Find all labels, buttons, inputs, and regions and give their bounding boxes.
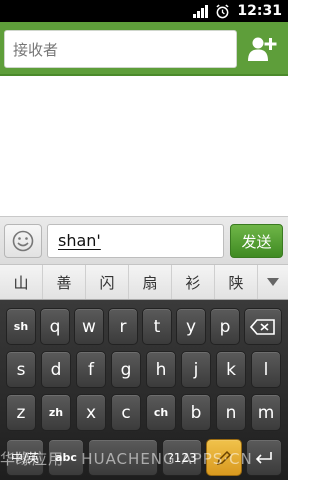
key-symbols[interactable]: ?123 (162, 439, 202, 476)
smiley-icon (12, 230, 34, 252)
key-z[interactable]: z (6, 394, 36, 431)
status-icons: 12:31 (193, 2, 282, 20)
key-q[interactable]: q (40, 308, 70, 345)
message-input[interactable]: shan' (47, 224, 224, 258)
space-key[interactable] (88, 439, 158, 476)
key-p[interactable]: p (210, 308, 240, 345)
candidate-word[interactable]: 衫 (172, 265, 215, 299)
enter-icon (255, 451, 272, 464)
key-s[interactable]: s (6, 351, 36, 388)
key-l[interactable]: l (251, 351, 281, 388)
key-y[interactable]: y (176, 308, 206, 345)
key-n[interactable]: n (216, 394, 246, 431)
recipient-input[interactable]: 接收者 (4, 30, 237, 68)
key-c[interactable]: c (111, 394, 141, 431)
key-zh[interactable]: zh (41, 394, 71, 431)
key-g[interactable]: g (111, 351, 141, 388)
key-sh[interactable]: sh (6, 308, 36, 345)
message-input-text: shan' (58, 231, 101, 250)
chevron-down-icon (267, 278, 279, 286)
emoji-key[interactable] (206, 439, 242, 476)
send-button[interactable]: 发送 (230, 224, 283, 258)
key-h[interactable]: h (146, 351, 176, 388)
key-b[interactable]: b (181, 394, 211, 431)
candidate-word[interactable]: 扇 (129, 265, 172, 299)
keyboard: sh q w r t y p s d f g h j k l z zh x c … (0, 300, 288, 480)
key-abc[interactable]: abc (48, 439, 84, 476)
key-j[interactable]: j (181, 351, 211, 388)
signal-icon (193, 4, 209, 18)
key-r[interactable]: r (108, 308, 138, 345)
add-contact-icon (248, 37, 277, 61)
add-contact-button[interactable] (241, 29, 283, 69)
status-clock: 12:31 (237, 3, 282, 19)
key-d[interactable]: d (41, 351, 71, 388)
key-t[interactable]: t (142, 308, 172, 345)
key-x[interactable]: x (76, 394, 106, 431)
key-ch[interactable]: ch (146, 394, 176, 431)
recipient-bar: 接收者 (0, 22, 288, 76)
enter-key[interactable] (246, 439, 282, 476)
compose-bar: shan' 发送 (0, 216, 288, 264)
candidate-word[interactable]: 陕 (215, 265, 258, 299)
message-area (0, 76, 288, 216)
language-switch-key[interactable]: 中/英 (6, 439, 44, 476)
candidate-word[interactable]: 善 (43, 265, 86, 299)
status-bar: 12:31 (0, 0, 288, 22)
alarm-icon (216, 4, 229, 18)
candidate-word[interactable]: 山 (0, 265, 43, 299)
key-w[interactable]: w (74, 308, 104, 345)
backspace-icon (250, 318, 275, 335)
candidate-word[interactable]: 闪 (86, 265, 129, 299)
pencil-icon (216, 450, 232, 465)
candidate-bar: 山 善 闪 扇 衫 陕 (0, 264, 288, 300)
key-m[interactable]: m (251, 394, 281, 431)
candidate-expand-button[interactable] (258, 265, 288, 299)
emoji-button[interactable] (4, 224, 42, 258)
key-k[interactable]: k (216, 351, 246, 388)
key-f[interactable]: f (76, 351, 106, 388)
backspace-button[interactable] (244, 308, 282, 345)
